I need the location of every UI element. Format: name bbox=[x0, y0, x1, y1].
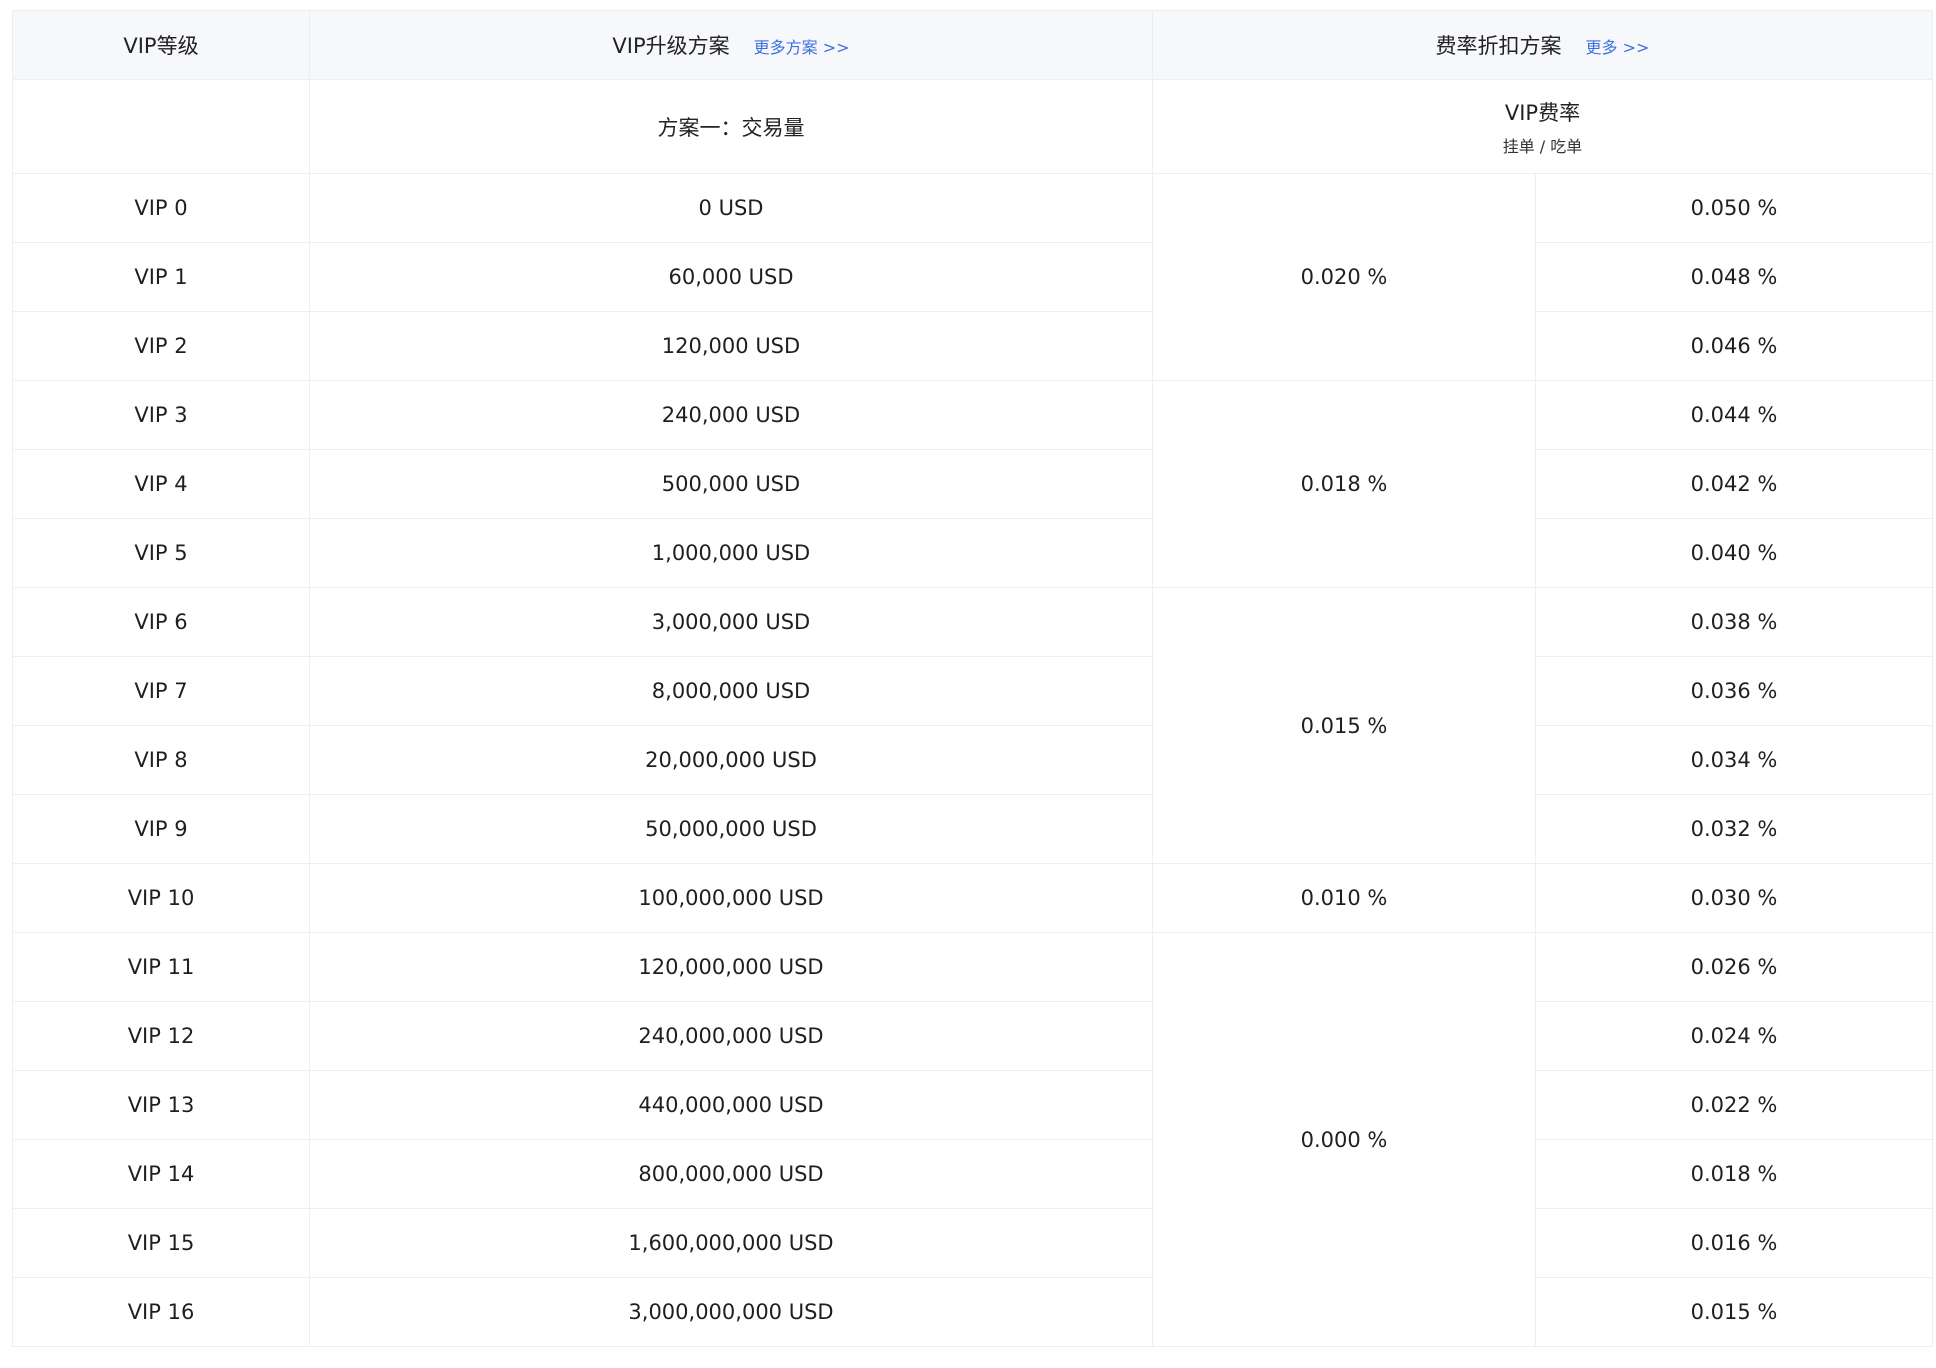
vip-level-cell: VIP 14 bbox=[12, 1139, 310, 1209]
table-row: VIP 8 20,000,000 USD 0.034 % bbox=[12, 725, 1933, 795]
vip-fee-table-container: VIP等级 VIP升级方案 更多方案 >> 费率折扣方案 更多 >> 方案一：交易量… bbox=[12, 10, 1933, 1347]
taker-fee-cell: 0.044 % bbox=[1535, 380, 1933, 450]
vip-level-cell: VIP 8 bbox=[12, 725, 310, 795]
trading-volume-cell: 800,000,000 USD bbox=[309, 1139, 1153, 1209]
table-row: VIP 4 500,000 USD 0.042 % bbox=[12, 449, 1933, 519]
trading-volume-cell: 50,000,000 USD bbox=[309, 794, 1153, 864]
table-header-row: VIP等级 VIP升级方案 更多方案 >> 费率折扣方案 更多 >> bbox=[12, 10, 1933, 80]
vip-level-cell: VIP 11 bbox=[12, 932, 310, 1002]
taker-fee-cell: 0.040 % bbox=[1535, 518, 1933, 588]
header-vip-level: VIP等级 bbox=[12, 10, 310, 80]
taker-fee-cell: 0.038 % bbox=[1535, 587, 1933, 657]
trading-volume-cell: 100,000,000 USD bbox=[309, 863, 1153, 933]
vip-level-cell: VIP 12 bbox=[12, 1001, 310, 1071]
taker-fee-cell: 0.022 % bbox=[1535, 1070, 1933, 1140]
maker-taker-caption: 挂单 / 吃单 bbox=[1502, 136, 1583, 156]
table-row: VIP 11 120,000,000 USD 0.000 % 0.026 % bbox=[12, 932, 1933, 1347]
vip-level-cell: VIP 6 bbox=[12, 587, 310, 657]
vip-level-cell: VIP 4 bbox=[12, 449, 310, 519]
header-upgrade-plan: VIP升级方案 更多方案 >> bbox=[309, 10, 1153, 80]
table-row: VIP 00 USD 0.020 % 0.050 % bbox=[12, 173, 1933, 381]
trading-volume-cell: 3,000,000,000 USD bbox=[309, 1277, 1153, 1347]
table-row: VIP 1 60,000 USD 0.048 % bbox=[12, 242, 1933, 312]
vip-level-cell: VIP 9 bbox=[12, 794, 310, 864]
trading-volume-cell: 240,000 USD bbox=[309, 380, 1153, 450]
vip-level-cell: VIP 16 bbox=[12, 1277, 310, 1347]
table-row: VIP 3 240,000 USD 0.018 % 0.044 % bbox=[12, 380, 1933, 588]
subheader-plan-cell: 方案一：交易量 bbox=[309, 79, 1153, 174]
trading-volume-cell: 240,000,000 USD bbox=[309, 1001, 1153, 1071]
table-subheader-row: 方案一：交易量 VIP费率 挂单 / 吃单 bbox=[12, 79, 1933, 174]
table-row: VIP 10 100,000,000 USD 0.010 % 0.030 % bbox=[12, 863, 1933, 933]
trading-volume-cell: 1,000,000 USD bbox=[309, 518, 1153, 588]
taker-fee-cell: 0.015 % bbox=[1535, 1277, 1933, 1347]
trading-volume-cell: 60,000 USD bbox=[309, 242, 1153, 312]
header-fee-discount-label: 费率折扣方案 bbox=[1435, 34, 1562, 58]
taker-fee-cell: 0.018 % bbox=[1535, 1139, 1933, 1209]
table-row: VIP 13 440,000,000 USD 0.022 % bbox=[12, 1070, 1933, 1140]
trading-volume-cell: 120,000 USD bbox=[309, 311, 1153, 381]
trading-volume-cell: 120,000,000 USD bbox=[309, 932, 1153, 1002]
subheader-empty-cell bbox=[12, 79, 310, 174]
subheader-rate-cell: VIP费率 挂单 / 吃单 bbox=[1152, 79, 1933, 174]
trading-volume-cell: 0 USD bbox=[309, 173, 1153, 243]
trading-volume-cell: 8,000,000 USD bbox=[309, 656, 1153, 726]
maker-fee-cell: 0.015 % bbox=[1152, 587, 1536, 864]
table-row: VIP 12 240,000,000 USD 0.024 % bbox=[12, 1001, 1933, 1071]
vip-level-cell: VIP 2 bbox=[12, 311, 310, 381]
table-row: VIP 7 8,000,000 USD 0.036 % bbox=[12, 656, 1933, 726]
table-row: VIP 6 3,000,000 USD 0.015 % 0.038 % bbox=[12, 587, 1933, 864]
header-upgrade-plan-label: VIP升级方案 bbox=[612, 34, 730, 58]
table-row: VIP 14 800,000,000 USD 0.018 % bbox=[12, 1139, 1933, 1209]
vip-level-cell: VIP 0 bbox=[12, 173, 310, 243]
more-discount-link[interactable]: 更多 >> bbox=[1586, 38, 1650, 57]
header-fee-discount: 费率折扣方案 更多 >> bbox=[1152, 10, 1933, 80]
trading-volume-cell: 3,000,000 USD bbox=[309, 587, 1153, 657]
header-vip-level-label: VIP等级 bbox=[123, 34, 199, 58]
maker-fee-cell: 0.010 % bbox=[1152, 863, 1536, 933]
maker-fee-cell: 0.018 % bbox=[1152, 380, 1536, 588]
table-row: VIP 15 1,600,000,000 USD 0.016 % bbox=[12, 1208, 1933, 1278]
maker-fee-cell: 0.000 % bbox=[1152, 932, 1536, 1347]
taker-fee-cell: 0.016 % bbox=[1535, 1208, 1933, 1278]
taker-fee-cell: 0.032 % bbox=[1535, 794, 1933, 864]
taker-fee-cell: 0.034 % bbox=[1535, 725, 1933, 795]
taker-fee-cell: 0.036 % bbox=[1535, 656, 1933, 726]
vip-rate-label: VIP费率 bbox=[1504, 100, 1581, 125]
vip-level-cell: VIP 10 bbox=[12, 863, 310, 933]
table-row: VIP 9 50,000,000 USD 0.032 % bbox=[12, 794, 1933, 864]
plan-one-label: 方案一：交易量 bbox=[657, 115, 805, 140]
vip-level-cell: VIP 1 bbox=[12, 242, 310, 312]
vip-fee-table: VIP等级 VIP升级方案 更多方案 >> 费率折扣方案 更多 >> 方案一：交易量… bbox=[12, 10, 1933, 1347]
trading-volume-cell: 440,000,000 USD bbox=[309, 1070, 1153, 1140]
trading-volume-cell: 500,000 USD bbox=[309, 449, 1153, 519]
taker-fee-cell: 0.042 % bbox=[1535, 449, 1933, 519]
vip-level-cell: VIP 13 bbox=[12, 1070, 310, 1140]
vip-level-cell: VIP 7 bbox=[12, 656, 310, 726]
taker-fee-cell: 0.024 % bbox=[1535, 1001, 1933, 1071]
vip-level-cell: VIP 15 bbox=[12, 1208, 310, 1278]
taker-fee-cell: 0.030 % bbox=[1535, 863, 1933, 933]
taker-fee-cell: 0.026 % bbox=[1535, 932, 1933, 1002]
taker-fee-cell: 0.046 % bbox=[1535, 311, 1933, 381]
vip-level-cell: VIP 5 bbox=[12, 518, 310, 588]
trading-volume-cell: 1,600,000,000 USD bbox=[309, 1208, 1153, 1278]
maker-fee-cell: 0.020 % bbox=[1152, 173, 1536, 381]
vip-level-cell: VIP 3 bbox=[12, 380, 310, 450]
taker-fee-cell: 0.050 % bbox=[1535, 173, 1933, 243]
trading-volume-cell: 20,000,000 USD bbox=[309, 725, 1153, 795]
table-row: VIP 16 3,000,000,000 USD 0.015 % bbox=[12, 1277, 1933, 1347]
more-plans-link[interactable]: 更多方案 >> bbox=[754, 38, 850, 57]
table-row: VIP 5 1,000,000 USD 0.040 % bbox=[12, 518, 1933, 588]
taker-fee-cell: 0.048 % bbox=[1535, 242, 1933, 312]
table-row: VIP 2 120,000 USD 0.046 % bbox=[12, 311, 1933, 381]
